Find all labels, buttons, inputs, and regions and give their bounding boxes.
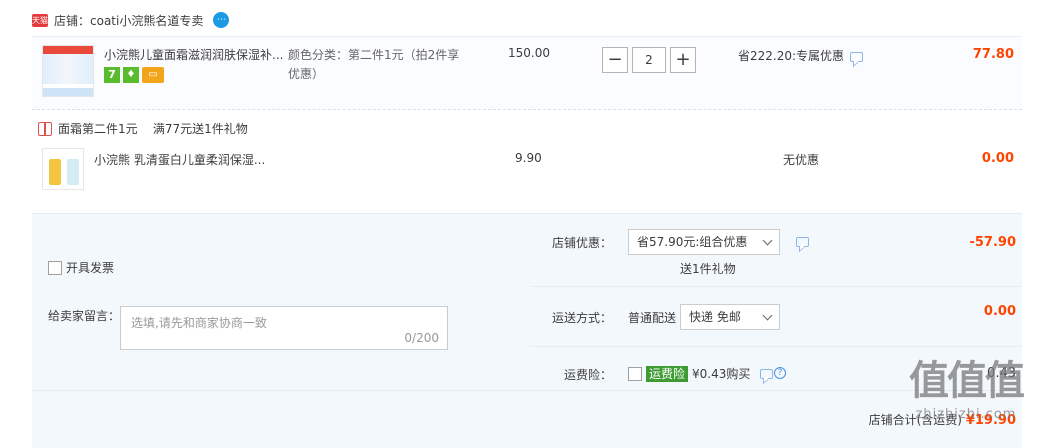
tmall-badge: 天猫 (32, 13, 48, 27)
gift-icon (38, 121, 52, 136)
shipping-label: 运送方式： (552, 311, 613, 325)
chevron-down-icon (762, 310, 773, 321)
insurance-label: 运费险： (564, 368, 613, 382)
shipping-amount: 0.00 (983, 304, 1016, 319)
shipping-select[interactable]: 快递 免邮 (680, 304, 780, 330)
gift-note: 送1件礼物 (680, 262, 736, 276)
item-total: 0.00 (981, 151, 1014, 166)
insurance-tag: 运费险 (646, 365, 689, 382)
promo-row: 面霜第二件1元 满77元送1件礼物 (38, 120, 248, 137)
product-thumbnail[interactable] (42, 148, 84, 190)
quantity-input[interactable]: 2 (632, 47, 666, 73)
promo-text: 面霜第二件1元 满77元送1件礼物 (58, 122, 248, 136)
order-footer: 开具发票 给卖家留言： 选填,请先和商家协商一致 0/200 店铺优惠： 省57… (32, 213, 1022, 448)
discount-text: 省222.20:专属优惠 (738, 49, 845, 63)
chat-icon[interactable]: ⋯ (213, 12, 230, 28)
product-thumbnail[interactable] (42, 45, 94, 97)
chevron-down-icon (762, 235, 773, 246)
sku-info: 颜色分类：第二件1元（拍2件享优惠） (288, 48, 460, 81)
note-input[interactable]: 选填,请先和商家协商一致 0/200 (120, 306, 448, 350)
divider (530, 286, 1022, 287)
seven-day-return-icon[interactable]: 7 (104, 67, 120, 83)
note-placeholder: 选填,请先和商家协商一致 (131, 316, 267, 330)
cart-item: 小浣熊儿童面霜滋润润肤保湿补... 7 ♦ ▭ 颜色分类：第二件1元（拍2件享优… (32, 36, 1022, 110)
credit-card-icon[interactable]: ▭ (142, 67, 164, 83)
item-discount: 无优惠 (783, 153, 820, 167)
divider (530, 346, 1022, 347)
insurance-option[interactable]: 运费险 ¥0.43购买 (628, 365, 750, 382)
shop-discount-label: 店铺优惠： (552, 236, 613, 250)
unit-price: 150.00 (508, 46, 550, 60)
watermark-url: zhizhizhi.com (915, 407, 1017, 422)
guarantee-icon[interactable]: ♦ (123, 67, 139, 83)
invoice-checkbox[interactable] (48, 260, 62, 275)
increase-button[interactable]: + (670, 47, 696, 73)
insurance-checkbox[interactable] (628, 366, 642, 381)
cart-item: 小浣熊 乳清蛋白儿童柔润保湿... 9.90 无优惠 0.00 (32, 140, 1022, 212)
invoice-label: 开具发票 (66, 261, 115, 275)
quantity-stepper: − 2 + (602, 47, 696, 73)
unit-price: 9.90 (515, 151, 542, 165)
shop-discount-value: 省57.90元:组合优惠 (637, 235, 748, 249)
shop-discount-select[interactable]: 省57.90元:组合优惠 (628, 229, 780, 255)
service-badges: 7 ♦ ▭ (104, 67, 164, 83)
decrease-button[interactable]: − (602, 47, 628, 73)
shipping-value: 快递 免邮 (689, 310, 741, 324)
watermark-logo: 值值值 (909, 358, 1025, 404)
help-icon[interactable]: ? (774, 367, 786, 379)
insurance-price: ¥0.43购买 (692, 367, 751, 381)
invoice-option[interactable]: 开具发票 (48, 259, 114, 276)
message-icon[interactable] (850, 51, 864, 62)
message-icon[interactable] (796, 237, 809, 247)
item-discount: 省222.20:专属优惠 (738, 47, 864, 64)
shipping-type: 普通配送 (628, 311, 677, 325)
divider (32, 390, 1022, 391)
shop-discount-amount: -57.90 (969, 235, 1016, 250)
message-icon[interactable] (760, 369, 773, 379)
item-total: 77.80 (972, 47, 1014, 62)
note-label: 给卖家留言： (48, 309, 121, 323)
product-title[interactable]: 小浣熊儿童面霜滋润润肤保湿补... (104, 46, 283, 63)
watermark: 值值值 zhizhizhi.com (896, 355, 1036, 445)
shop-name[interactable]: 店铺：coati小浣熊名道专卖 (54, 12, 203, 29)
shop-header: 天猫 店铺：coati小浣熊名道专卖 ⋯ (32, 8, 230, 32)
product-title[interactable]: 小浣熊 乳清蛋白儿童柔润保湿... (94, 151, 265, 168)
note-counter: 0/200 (404, 331, 439, 345)
